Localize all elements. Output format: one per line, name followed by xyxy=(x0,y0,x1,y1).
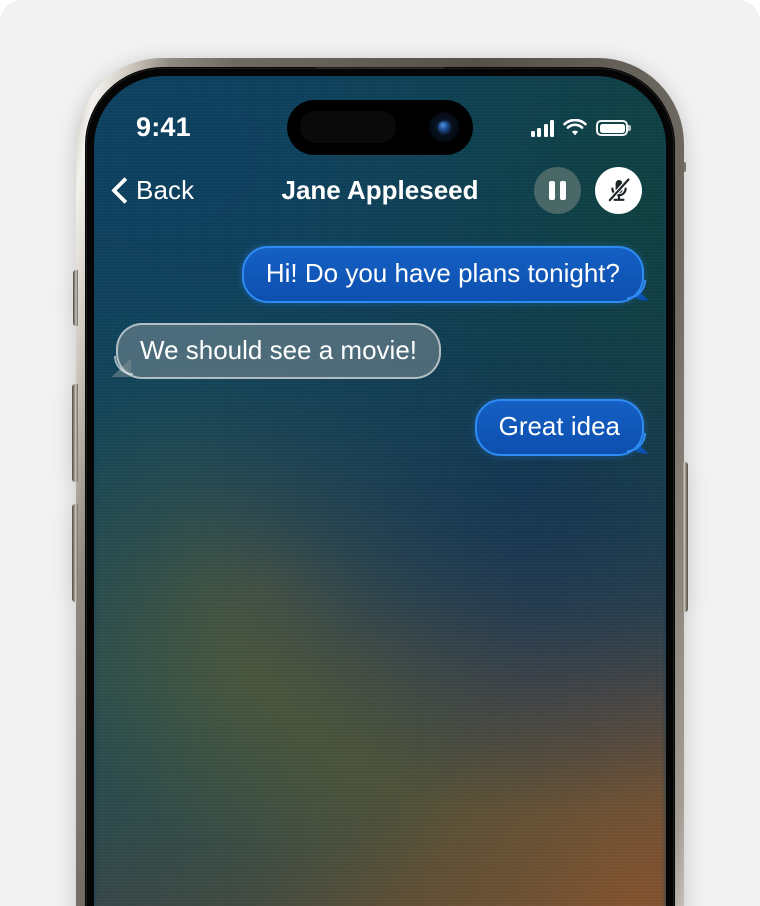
nav-action-buttons xyxy=(534,166,642,214)
front-camera-icon xyxy=(429,112,459,142)
iphone-device: 9:41 Back Jane Appleseed Hi! Do you have… xyxy=(72,58,688,906)
back-button[interactable]: Back xyxy=(112,175,194,206)
message-bubble-sent: Hi! Do you have plans tonight? xyxy=(241,246,652,303)
message-bubble-received: We should see a movie! xyxy=(109,322,441,380)
island-sensor-pill xyxy=(300,111,396,143)
battery-icon xyxy=(596,120,628,136)
message-bubble-sent: Great idea xyxy=(474,399,652,457)
pause-icon xyxy=(549,180,566,200)
earpiece-speaker-grille xyxy=(314,67,446,69)
message-row: We should see a movie! xyxy=(109,322,644,380)
navigation-bar: Back Jane Appleseed xyxy=(94,154,666,226)
message-row: Great idea xyxy=(116,399,652,457)
status-icons xyxy=(530,119,628,137)
volume-down-button[interactable] xyxy=(72,504,78,602)
mute-button[interactable] xyxy=(595,166,642,214)
message-thread: Hi! Do you have plans tonight? We should… xyxy=(94,226,666,906)
phone-bezel: 9:41 Back Jane Appleseed Hi! Do you have… xyxy=(85,67,675,906)
microphone-slash-icon xyxy=(604,175,634,205)
cellular-signal-icon xyxy=(530,119,554,137)
message-row: Hi! Do you have plans tonight? xyxy=(116,246,652,303)
volume-up-button[interactable] xyxy=(72,384,78,482)
dynamic-island xyxy=(287,100,473,155)
phone-screen: 9:41 Back Jane Appleseed Hi! Do you have… xyxy=(94,76,666,906)
chevron-left-icon xyxy=(112,177,127,203)
wifi-icon xyxy=(563,119,587,137)
status-time: 9:41 xyxy=(136,111,191,142)
pause-button[interactable] xyxy=(534,166,581,214)
side-power-button[interactable] xyxy=(682,462,688,612)
antenna-band-mark xyxy=(682,162,686,172)
action-button[interactable] xyxy=(73,270,78,326)
page-canvas: 9:41 Back Jane Appleseed Hi! Do you have… xyxy=(0,0,760,906)
back-button-label: Back xyxy=(136,174,195,205)
